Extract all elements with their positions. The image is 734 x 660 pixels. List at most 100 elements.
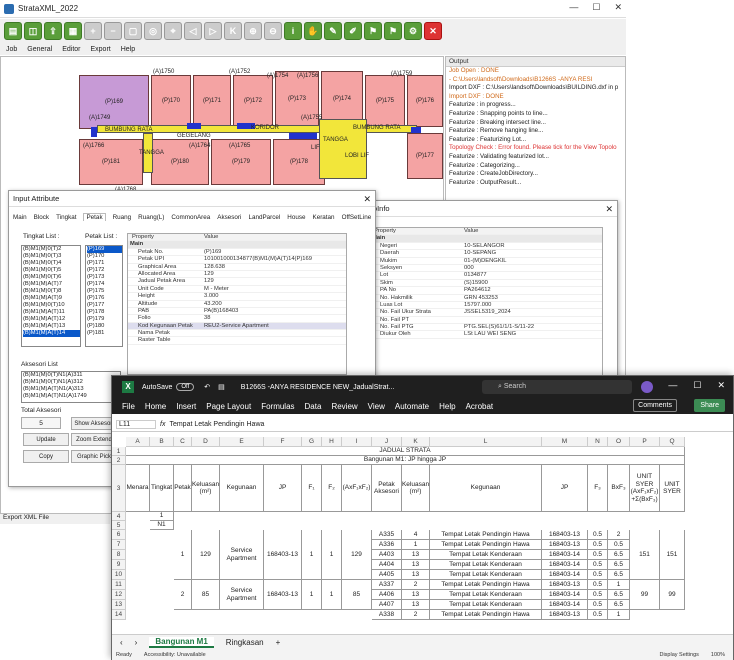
property-value[interactable]: 10-SELANGOR [464,243,602,249]
column-heading[interactable]: F₃ [588,465,608,512]
column-header[interactable]: I [342,437,372,447]
zoom-next-icon[interactable]: ▷ [204,22,222,40]
list-item[interactable]: (B)M1(M)A(T)13 [23,323,80,330]
flag-icon[interactable]: ⚑ [364,22,382,40]
property-value[interactable]: 129 [204,271,346,277]
property-value[interactable]: PA264612 [464,287,602,293]
tingkat-list[interactable]: (B)M1(M)0(T)2 (B)M1(M)0(T)3 (B)M1(M)0(T)4(… [21,245,81,347]
table-row-cell[interactable]: 0.5 [588,600,608,610]
spreadsheet-grid[interactable]: A B C D E F G H I J K L M N O P Q 1 2 3 4 5 6 7 8 9 10 11 12 13 14 JADU… [112,437,733,634]
table-row-cell[interactable]: 2 [608,530,630,540]
row-header[interactable]: 4 [112,512,126,521]
table-row-cell[interactable]: A338 [372,610,402,620]
close-window-icon[interactable]: ✕ [717,380,725,391]
column-header[interactable]: P [630,437,660,447]
table-cell[interactable]: 1 [322,580,342,610]
table-row-cell[interactable]: Tempat Letak Pendingin Hawa [430,530,542,540]
table-cell[interactable]: 129 [342,530,372,580]
column-header[interactable]: H [322,437,342,447]
list-item[interactable]: (B)M1(M)0(T)3 [23,253,80,260]
maximize-icon[interactable]: ☐ [592,2,600,13]
list-item[interactable]: (P)171 [87,260,122,267]
zoom-k-icon[interactable]: K [224,22,242,40]
table-row-cell[interactable]: Tempat Letak Kenderaan [430,600,542,610]
menu-item-general[interactable]: General [27,46,52,53]
column-heading[interactable]: F₁ [302,465,322,512]
lot-176[interactable]: (P)176 [407,75,443,127]
property-row[interactable]: Mukim 01-(M)DENGKIL [370,258,602,265]
property-row[interactable]: Diukur Oleh LSt LAU WEI SENG [370,331,602,339]
property-row[interactable]: Luas Lot 15797.000 [370,302,602,310]
formula-input[interactable]: Tempat Letak Pendingin Hawa [169,421,264,428]
accessibility-status[interactable]: Accessibility: Unavailable [144,652,206,658]
zoom-out-icon[interactable]: − [104,22,122,40]
column-heading[interactable]: JP [264,465,302,512]
table-row-cell[interactable]: 6.5 [608,570,630,580]
table-cell[interactable]: 2 [174,580,192,610]
column-heading[interactable]: Keluasan (m²) [402,465,430,512]
table-cell[interactable]: 99 [630,580,660,610]
table-row-cell[interactable]: 0.5 [588,560,608,570]
property-row[interactable]: Petak UPI 101001000134877(B)M1(M)A(T)14(P… [128,256,346,264]
row-header[interactable]: 13 [112,600,126,610]
display-settings-button[interactable]: Display Settings [659,652,698,658]
table-row-cell[interactable]: 168403-13 [542,530,588,540]
update-button[interactable]: Update [23,433,69,446]
table-cell[interactable]: 151 [660,530,685,580]
property-row[interactable]: Lot 0134877 [370,272,602,280]
zoom-window-icon[interactable]: ▢ [124,22,142,40]
table-row-cell[interactable]: Tempat Letak Kenderaan [430,570,542,580]
property-row[interactable]: Height 3.000 [128,293,346,301]
tab-keratan[interactable]: Keratan [313,214,335,221]
lot-170[interactable]: (P)170 [151,75,191,127]
column-heading[interactable]: Menara [126,465,150,512]
ribbon-tab-review[interactable]: Review [331,402,357,411]
property-value[interactable]: 15797.000 [464,302,602,308]
tab-tingkat[interactable]: Tingkat [56,214,76,221]
menu-item-help[interactable]: Help [121,46,135,53]
column-header[interactable]: J [372,437,402,447]
tab-house[interactable]: House [287,214,305,221]
table-cell[interactable]: 1 [174,530,192,580]
property-row[interactable]: Allocated Area 129 [128,271,346,279]
column-header[interactable]: K [402,437,430,447]
prev-sheet-icon[interactable]: ‹ [120,638,123,647]
list-item[interactable]: (P)178 [87,309,122,316]
property-value[interactable] [204,330,346,336]
table-row-cell[interactable]: 0.5 [588,540,608,550]
ribbon-tab-data[interactable]: Data [305,402,322,411]
property-value[interactable] [204,337,346,343]
menu-item-editor[interactable]: Editor [62,46,80,53]
property-row[interactable]: No. Fail Ukur Strata JSSEL5319_2024 [370,309,602,317]
zoom-all-icon[interactable]: ◎ [144,22,162,40]
property-value[interactable]: REU2-Service Apartment [204,323,346,329]
list-item[interactable]: (P)174 [87,281,122,288]
ribbon-tab-home[interactable]: Home [145,402,166,411]
row-header[interactable]: 14 [112,610,126,620]
table-row-cell[interactable]: 168403-14 [542,600,588,610]
property-row[interactable]: Skim (S)15900 [370,280,602,288]
minimize-icon[interactable]: — [668,380,677,391]
name-box[interactable]: L11 [116,420,156,429]
list-item[interactable]: (P)170 [87,253,122,260]
ribbon-tab-insert[interactable]: Insert [176,402,196,411]
fx-icon[interactable]: fx [160,421,165,428]
lot-175[interactable]: (P)175 [365,75,405,127]
list-item[interactable]: (B)M1(M)A(T)N1(A)1749 [23,393,120,400]
table-row-cell[interactable]: A337 [372,580,402,590]
table-cell[interactable]: 99 [660,580,685,610]
property-value[interactable]: GRN 453253 [464,295,602,301]
table-row-cell[interactable]: 6.5 [608,560,630,570]
list-item[interactable]: (B)M1(M)0(T)N1(A)312 [23,379,120,386]
list-item[interactable]: (B)M1(M)0(T)N1(A)311 [23,372,120,379]
table-row-cell[interactable]: 2 [402,580,430,590]
row-header[interactable]: 9 [112,560,126,570]
table-cell[interactable]: 1 [302,530,322,580]
share-button[interactable]: Share [694,399,725,412]
column-heading[interactable]: Kegunaan [220,465,264,512]
property-value[interactable]: 101001000134877(B)M1(M)A(T)14(P)169 [204,256,346,262]
row-header[interactable]: 1 [112,447,126,456]
sheet-tab-ringkasan[interactable]: Ringkasan [226,638,264,647]
list-item[interactable]: (B)M1(M)A(T)14 [23,330,80,337]
table-row-cell[interactable]: 0.5 [588,590,608,600]
